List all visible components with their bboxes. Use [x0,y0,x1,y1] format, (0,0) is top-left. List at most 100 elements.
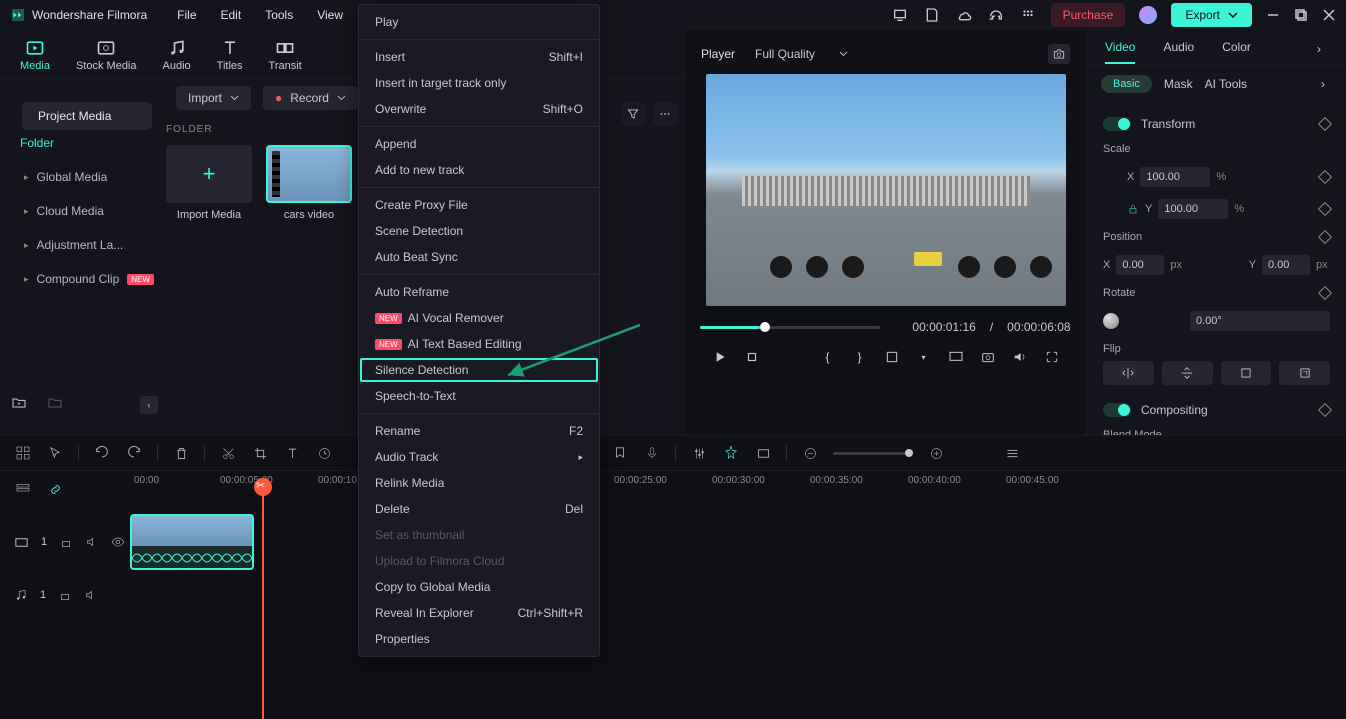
flip-both-button[interactable] [1221,361,1272,385]
layout-icon[interactable] [14,444,32,462]
quality-dropdown[interactable]: Full Quality [755,47,848,61]
prop-tab-color[interactable]: Color [1222,40,1251,64]
context-menu-item[interactable]: OverwriteShift+O [359,96,599,122]
trash-icon[interactable] [172,444,190,462]
more-icon[interactable] [653,102,677,126]
mark-in-icon[interactable]: { [819,348,837,366]
marker-icon[interactable] [611,444,629,462]
camera-icon[interactable] [979,348,997,366]
close-button[interactable] [1322,8,1336,22]
scale-y-input[interactable] [1158,199,1228,219]
compositing-toggle[interactable] [1103,403,1131,417]
context-menu-item[interactable]: Play [359,9,599,35]
context-menu-item[interactable]: Add to new track [359,157,599,183]
context-menu-item[interactable]: Auto Reframe [359,279,599,305]
tab-stock-media[interactable]: Stock Media [76,38,137,72]
redo-icon[interactable] [125,444,143,462]
scale-x-input[interactable] [1140,167,1210,187]
keyframe-diamond-icon[interactable] [1318,403,1332,417]
tab-audio[interactable]: Audio [163,38,191,72]
rotate-knob[interactable] [1103,313,1119,329]
menu-file[interactable]: File [177,8,196,22]
filter-icon[interactable] [621,102,645,126]
prop-tab-audio[interactable]: Audio [1163,40,1194,64]
mark-out-icon[interactable]: } [851,348,869,366]
export-button[interactable]: Export [1171,3,1252,27]
timeline-options-icon[interactable] [1003,444,1021,462]
device-icon[interactable] [891,6,909,24]
aspect-icon[interactable] [754,444,772,462]
crop-tool-icon[interactable] [251,444,269,462]
user-avatar[interactable] [1139,6,1157,24]
play-button[interactable] [711,348,729,366]
import-dropdown[interactable]: Import [176,86,251,110]
lock-icon[interactable] [1127,203,1139,215]
context-menu-item[interactable]: Audio Track▸ [359,444,599,470]
context-menu-item[interactable]: Append [359,131,599,157]
transform-toggle[interactable] [1103,117,1131,131]
flip-vertical-button[interactable] [1162,361,1213,385]
tab-transitions[interactable]: Transit [269,38,302,72]
subtab-ai-tools[interactable]: AI Tools [1205,77,1247,91]
context-menu-item[interactable]: Auto Beat Sync [359,244,599,270]
crop-icon[interactable] [883,348,901,366]
context-menu-item[interactable]: RenameF2 [359,418,599,444]
context-menu-item[interactable]: DeleteDel [359,496,599,522]
tab-media[interactable]: Media [20,38,50,72]
context-menu-item[interactable]: Copy to Global Media [359,574,599,600]
text-tool-icon[interactable] [283,444,301,462]
headphones-icon[interactable] [987,6,1005,24]
volume-icon[interactable] [1011,348,1029,366]
subtab-mask[interactable]: Mask [1164,77,1193,91]
pos-x-input[interactable] [1116,255,1164,275]
context-menu-item[interactable]: Relink Media [359,470,599,496]
snapshot-icon[interactable] [1048,44,1070,64]
mic-icon[interactable] [643,444,661,462]
keyframe-diamond-icon[interactable] [1318,202,1332,216]
playhead[interactable]: ✂ [262,478,264,719]
sidebar-adjustment-layer[interactable]: ▸Adjustment La... [20,228,160,262]
context-menu-item[interactable]: Create Proxy File [359,192,599,218]
new-folder-icon[interactable] [10,394,28,412]
video-preview[interactable] [706,74,1066,306]
cursor-icon[interactable] [46,444,64,462]
tab-titles[interactable]: Titles [217,38,243,72]
context-menu-item[interactable]: Reveal In ExplorerCtrl+Shift+R [359,600,599,626]
display-icon[interactable] [947,348,965,366]
context-menu-item[interactable]: Insert in target track only [359,70,599,96]
context-menu-item[interactable]: InsertShift+I [359,44,599,70]
track-mute-icon[interactable] [85,535,99,549]
import-media-card[interactable]: + Import Media [166,145,252,221]
project-media-button[interactable]: Project Media [22,102,152,130]
sidebar-compound-clip[interactable]: ▸Compound ClipNEW [20,262,160,296]
track-lock-icon[interactable] [58,588,72,602]
context-menu-item[interactable]: Scene Detection [359,218,599,244]
minimize-button[interactable] [1266,8,1280,22]
stop-button[interactable] [743,348,761,366]
media-clip-card[interactable]: cars video [266,145,352,221]
crop-chevron-icon[interactable]: ▾ [915,348,933,366]
subtab-basic[interactable]: Basic [1101,75,1152,93]
sidebar-global-media[interactable]: ▸Global Media [20,160,160,194]
apps-icon[interactable] [1019,6,1037,24]
prop-tab-video[interactable]: Video [1105,40,1135,64]
record-dropdown[interactable]: ●Record [263,86,358,110]
speed-icon[interactable] [315,444,333,462]
seek-bar[interactable] [700,326,880,329]
rotate-input[interactable] [1190,311,1330,331]
track-lock-icon[interactable] [59,535,73,549]
audio-mixer-icon[interactable] [690,444,708,462]
keyframe-diamond-icon[interactable] [1318,170,1332,184]
maximize-button[interactable] [1294,8,1308,22]
chevron-right-icon[interactable]: › [1314,75,1332,93]
timeline-ruler[interactable]: 00:00 00:00:05:00 00:00:10:00 00:00:25:0… [0,471,1346,493]
keyframe-diamond-icon[interactable] [1318,286,1332,300]
fullscreen-icon[interactable] [1043,348,1061,366]
collapse-sidebar-button[interactable]: ‹ [140,396,158,414]
keyframe-diamond-icon[interactable] [1318,230,1332,244]
zoom-out-icon[interactable] [801,444,819,462]
flip-reset-button[interactable] [1279,361,1330,385]
chevron-right-icon[interactable]: › [1310,40,1328,58]
sidebar-cloud-media[interactable]: ▸Cloud Media [20,194,160,228]
pos-y-input[interactable] [1262,255,1310,275]
